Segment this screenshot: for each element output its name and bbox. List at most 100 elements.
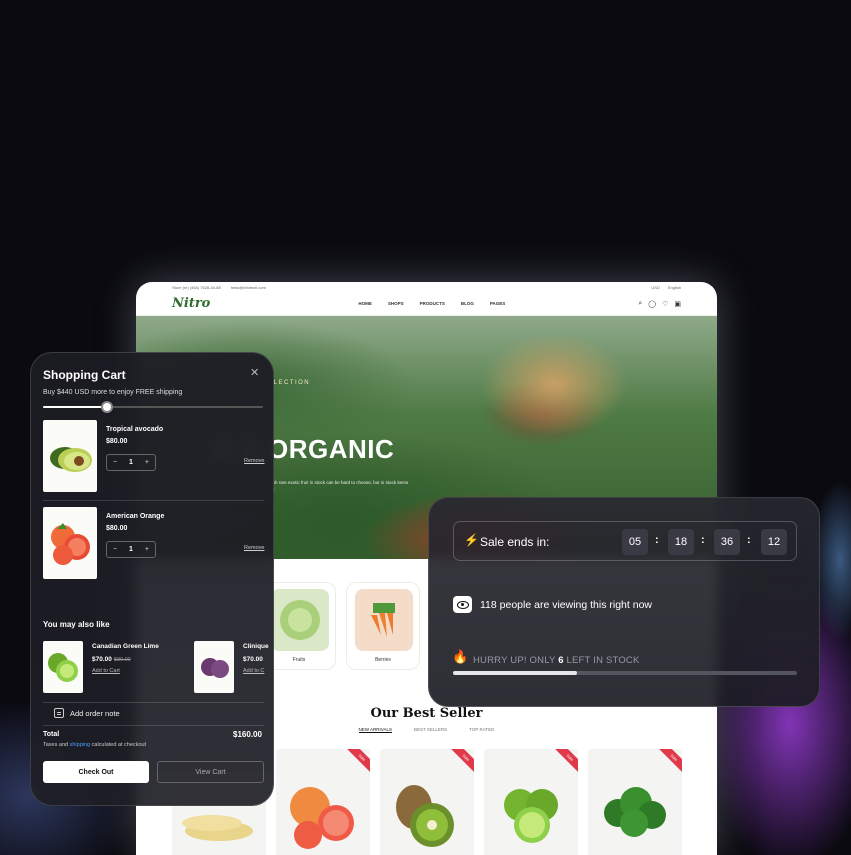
category-image [271,589,329,651]
category-card-berries[interactable]: Berries [346,582,420,670]
nav-item-shops[interactable]: SHOPS [388,301,404,306]
shipping-progress-knob [101,401,113,413]
increase-quantity-button[interactable]: + [145,459,149,466]
carrot-icon [371,603,395,637]
tab-best-sellers[interactable]: BEST SELLERS [414,727,447,733]
plum-icon [201,658,229,678]
sale-countdown: ⚡ Sale ends in: 05 : 18 : 36 : 12 [453,521,797,561]
cart-item-price: $80.00 [106,525,128,532]
countdown-separator: : [701,534,705,546]
product-image [43,641,83,693]
countdown-days: 05 [622,529,648,555]
lightning-icon: ⚡ [464,533,479,547]
remove-item-link[interactable]: Remove [244,458,264,464]
nav-item-pages[interactable]: PAGES [490,301,505,306]
remove-item-link[interactable]: Remove [244,545,264,551]
search-icon[interactable]: ⌕ [638,300,642,308]
language-select[interactable]: English [668,285,681,290]
nav-item-blog[interactable]: BLOG [461,301,474,306]
product-card[interactable]: Sale [276,749,370,855]
cart-title: Shopping Cart [43,368,126,382]
sales-urgency-panel: ⚡ Sale ends in: 05 : 18 : 36 : 12 118 pe… [428,497,820,707]
store-email: hello@infotech.com [230,284,266,290]
decrease-quantity-button[interactable]: − [113,546,117,553]
nav-menu: HOME SHOPS PRODUCTS BLOG PAGES [358,301,505,306]
viewers-count-text: 118 people are viewing this right now [480,599,652,611]
stock-progress-fill [453,671,577,675]
countdown-minutes: 36 [714,529,740,555]
view-cart-button[interactable]: View Cart [157,761,264,783]
divider [43,702,264,703]
tax-note: Taxes and shipping calculated at checkou… [43,742,147,748]
product-card[interactable]: Sale [484,749,578,855]
site-logo[interactable]: Nitro [172,296,210,311]
tab-new-arrivals[interactable]: NEW ARRIVALS [358,727,392,733]
countdown-separator: : [747,534,751,546]
decrease-quantity-button[interactable]: − [113,459,117,466]
stock-count: 6 [558,655,564,666]
sale-countdown-label: Sale ends in: [480,535,550,549]
note-icon [54,708,64,718]
free-shipping-progress [43,406,263,408]
nav-icons: ⌕ ◯ ♡ ▣ [638,300,681,308]
countdown-seconds: 12 [761,529,787,555]
currency-select[interactable]: USD [651,285,659,290]
cart-item-name: Tropical avocado [106,426,164,433]
quantity-value[interactable]: 1 [129,546,133,553]
lime-icon [48,653,78,682]
nav-item-products[interactable]: PRODUCTS [420,301,445,306]
increase-quantity-button[interactable]: + [145,546,149,553]
hero-description: Fresh rare exotic fruit in stock can be … [266,480,409,492]
tab-top-rated[interactable]: TOP RATED [469,727,494,733]
you-may-also-like-title: You may also like [43,620,110,629]
countdown-hours: 18 [668,529,694,555]
recommendation-card[interactable]: Clinique $70.00 Add to C [194,641,275,695]
recommendation-price: $70.00 [243,656,263,663]
shipping-link[interactable]: shipping [70,742,91,748]
cart-item-price: $80.00 [106,438,128,445]
fire-icon: 🔥 [452,649,469,664]
main-nav: Nitro HOME SHOPS PRODUCTS BLOG PAGES ⌕ ◯… [136,292,717,316]
product-card[interactable]: Sale [380,749,474,855]
recommendation-name: Clinique [243,643,269,650]
product-image [194,641,234,693]
total-label: Total [43,731,60,738]
orange-icon [51,523,90,565]
recommendation-name: Canadian Green Lime [92,643,159,650]
quantity-value[interactable]: 1 [129,459,133,466]
cart-icon[interactable]: ▣ [674,300,681,308]
account-icon[interactable]: ◯ [648,300,656,308]
add-to-cart-link[interactable]: Add to C [243,668,264,674]
divider [43,500,264,501]
shopping-cart-drawer: Shopping Cart ✕ Buy $440 USD more to enj… [30,352,274,806]
add-order-note[interactable]: Add order note [54,708,120,718]
kiwi-icon [396,785,454,847]
quantity-stepper: − 1 + [106,454,156,471]
add-to-cart-link[interactable]: Add to Cart [92,668,120,674]
cart-item-name: American Orange [106,513,165,520]
countdown-separator: : [655,534,659,546]
add-order-note-label: Add order note [70,708,120,718]
category-label: Berries [375,657,391,663]
product-card[interactable]: Sale [588,749,682,855]
top-bar: Store (m) (454) 7628-44-88 hello@infotec… [136,282,717,292]
cabbage-icon [280,600,320,640]
product-image [43,420,97,492]
cart-item: American Orange $80.00 − 1 + Remove [43,507,264,587]
product-image [43,507,97,579]
free-shipping-progress-fill [43,406,109,408]
wishlist-icon[interactable]: ♡ [662,300,668,308]
cart-item: Tropical avocado $80.00 − 1 + Remove [43,420,264,500]
recommendation-card[interactable]: Canadian Green Lime $70.00 $80.00 Add to … [43,641,183,695]
close-icon[interactable]: ✕ [250,366,259,379]
nav-item-home[interactable]: HOME [358,301,372,306]
divider [43,725,264,726]
checkout-button[interactable]: Check Out [43,761,149,783]
free-shipping-message: Buy $440 USD more to enjoy FREE shipping [43,389,183,396]
recommendation-price: $70.00 $80.00 [92,656,131,663]
recommendation-old-price: $80.00 [113,657,131,663]
low-stock-message: HURRY UP! ONLY 6 LEFT IN STOCK [473,655,640,666]
store-phone: Store (m) (454) 7628-44-88 [172,284,221,290]
quantity-stepper: − 1 + [106,541,156,558]
total-value: $160.00 [233,730,262,739]
